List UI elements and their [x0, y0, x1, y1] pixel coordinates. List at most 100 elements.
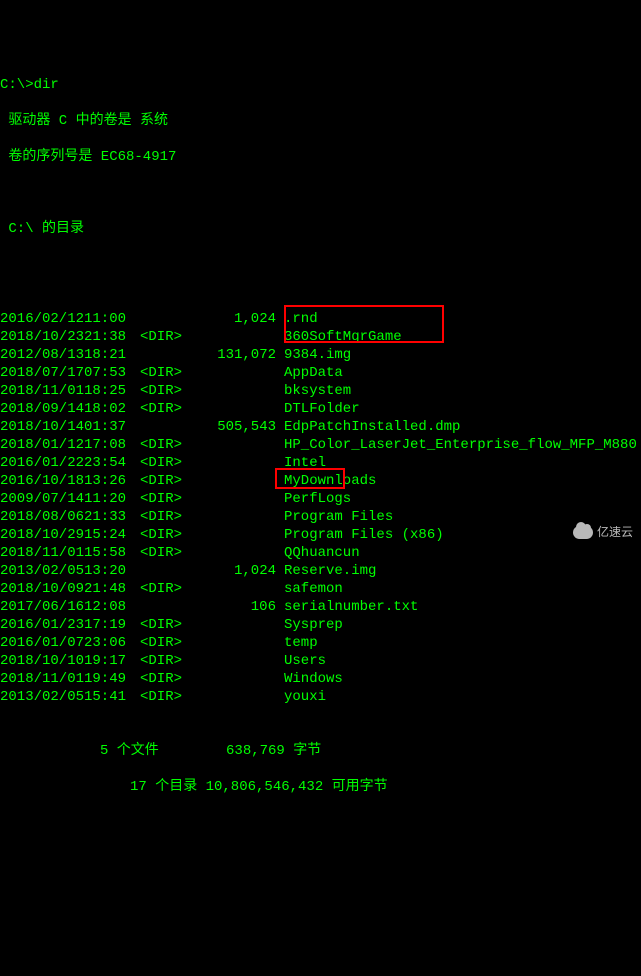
entry-size: 1,024	[196, 310, 284, 328]
volume-text: 驱动器 C 中的卷是 系统	[0, 112, 168, 130]
dir-entry: 2016/01/2223:54<DIR>Intel	[0, 454, 641, 472]
entry-name: AppData	[284, 364, 641, 382]
entry-dir-flag: <DIR>	[140, 490, 196, 508]
entry-time: 13:26	[84, 472, 140, 490]
entry-date: 2013/02/05	[0, 688, 84, 706]
entry-name: DTLFolder	[284, 400, 641, 418]
dir-entry: 2018/08/0621:33<DIR>Program Files	[0, 508, 641, 526]
dir-entry: 2016/02/1211:001,024.rnd	[0, 310, 641, 328]
entry-dir-flag: <DIR>	[140, 400, 196, 418]
dir-summary-text: 17 个目录 10,806,546,432 可用字节	[0, 778, 388, 796]
entry-date: 2016/02/12	[0, 310, 84, 328]
entry-date: 2016/01/07	[0, 634, 84, 652]
dir-entry: 2013/02/0515:41<DIR> youxi	[0, 688, 641, 706]
entry-name: 9384.img	[284, 346, 641, 364]
blank-line	[0, 256, 641, 274]
entry-date: 2018/07/17	[0, 364, 84, 382]
entry-size: 131,072	[196, 346, 284, 364]
entry-date: 2012/08/13	[0, 346, 84, 364]
prompt-line[interactable]: C:\>dir	[0, 76, 641, 94]
entry-size: 505,543	[196, 418, 284, 436]
entry-name: PerfLogs	[284, 490, 641, 508]
entry-date: 2018/10/14	[0, 418, 84, 436]
entry-time: 15:41	[84, 688, 140, 706]
dir-entry: 2009/07/1411:20<DIR>PerfLogs	[0, 490, 641, 508]
dir-entry: 2018/11/0115:58<DIR>QQhuancun	[0, 544, 641, 562]
entry-dir-flag: <DIR>	[140, 508, 196, 526]
entry-date: 2013/02/05	[0, 562, 84, 580]
file-summary-text: 5 个文件 638,769 字节	[0, 742, 321, 760]
entry-date: 2018/09/14	[0, 400, 84, 418]
dir-entry: 2013/02/0513:20 1,024Reserve.img	[0, 562, 641, 580]
entry-name: serialnumber.txt	[284, 598, 641, 616]
dir-entry: 2018/11/0118:25<DIR>bksystem	[0, 382, 641, 400]
dir-entry: 2016/10/1813:26<DIR>MyDownloads	[0, 472, 641, 490]
entry-name: EdpPatchInstalled.dmp	[284, 418, 641, 436]
entry-time: 18:25	[84, 382, 140, 400]
entry-dir-flag: <DIR>	[140, 634, 196, 652]
watermark-text: 亿速云	[597, 523, 633, 541]
dir-summary: 17 个目录 10,806,546,432 可用字节	[0, 778, 641, 796]
watermark: 亿速云	[573, 523, 633, 541]
entry-dir-flag: <DIR>	[140, 580, 196, 598]
dir-entry: 2016/01/2317:19<DIR>Sysprep	[0, 616, 641, 634]
entry-time: 23:06	[84, 634, 140, 652]
entry-date: 2018/11/01	[0, 544, 84, 562]
dir-of-text: C:\ 的目录	[0, 220, 84, 238]
entry-name: safemon	[284, 580, 641, 598]
entry-date: 2018/10/29	[0, 526, 84, 544]
blank-line	[0, 184, 641, 202]
entry-time: 11:00	[84, 310, 140, 328]
entry-time: 15:24	[84, 526, 140, 544]
dir-entry: 2018/10/0921:48<DIR>safemon	[0, 580, 641, 598]
entry-time: 17:08	[84, 436, 140, 454]
dir-entry: 2018/11/0119:49<DIR>Windows	[0, 670, 641, 688]
entry-dir-flag: <DIR>	[140, 436, 196, 454]
entry-time: 12:08	[84, 598, 140, 616]
entry-date: 2017/06/16	[0, 598, 84, 616]
dir-entry: 2018/09/1418:02<DIR>DTLFolder	[0, 400, 641, 418]
entry-name: temp	[284, 634, 641, 652]
dir-entry: 2018/07/1707:53<DIR> AppData	[0, 364, 641, 382]
entry-date: 2018/10/09	[0, 580, 84, 598]
dir-entry: 2016/01/0723:06<DIR> temp	[0, 634, 641, 652]
entry-name: Intel	[284, 454, 641, 472]
entry-name: youxi	[284, 688, 641, 706]
dir-entry: 2012/08/1318:21 131,0729384.img	[0, 346, 641, 364]
file-summary: 5 个文件 638,769 字节	[0, 742, 641, 760]
entry-dir-flag: <DIR>	[140, 544, 196, 562]
serial-text: 卷的序列号是 EC68-4917	[0, 148, 176, 166]
entry-date: 2018/10/10	[0, 652, 84, 670]
entry-time: 01:37	[84, 418, 140, 436]
entry-time: 19:17	[84, 652, 140, 670]
entry-name: Reserve.img	[284, 562, 641, 580]
entry-date: 2018/11/01	[0, 382, 84, 400]
entry-name: Sysprep	[284, 616, 641, 634]
entry-dir-flag: <DIR>	[140, 688, 196, 706]
entry-date: 2018/10/23	[0, 328, 84, 346]
entry-size: 1,024	[196, 562, 284, 580]
entry-time: 21:33	[84, 508, 140, 526]
entry-time: 18:21	[84, 346, 140, 364]
entry-time: 23:54	[84, 454, 140, 472]
entry-date: 2018/01/12	[0, 436, 84, 454]
entry-time: 07:53	[84, 364, 140, 382]
entry-time: 19:49	[84, 670, 140, 688]
entry-time: 21:38	[84, 328, 140, 346]
entry-dir-flag: <DIR>	[140, 472, 196, 490]
entry-date: 2016/01/22	[0, 454, 84, 472]
serial-line: 卷的序列号是 EC68-4917	[0, 148, 641, 166]
entry-date: 2018/11/01	[0, 670, 84, 688]
entry-time: 13:20	[84, 562, 140, 580]
entry-dir-flag: <DIR>	[140, 616, 196, 634]
entry-dir-flag: <DIR>	[140, 652, 196, 670]
entry-dir-flag: <DIR>	[140, 328, 196, 346]
entry-name: QQhuancun	[284, 544, 641, 562]
entry-date: 2016/10/18	[0, 472, 84, 490]
entry-name: Windows	[284, 670, 641, 688]
prompt-text: C:\>dir	[0, 76, 59, 94]
entry-time: 17:19	[84, 616, 140, 634]
entry-dir-flag: <DIR>	[140, 364, 196, 382]
entry-date: 2009/07/14	[0, 490, 84, 508]
dir-listing: 2016/02/1211:001,024.rnd2018/10/2321:38<…	[0, 310, 641, 706]
